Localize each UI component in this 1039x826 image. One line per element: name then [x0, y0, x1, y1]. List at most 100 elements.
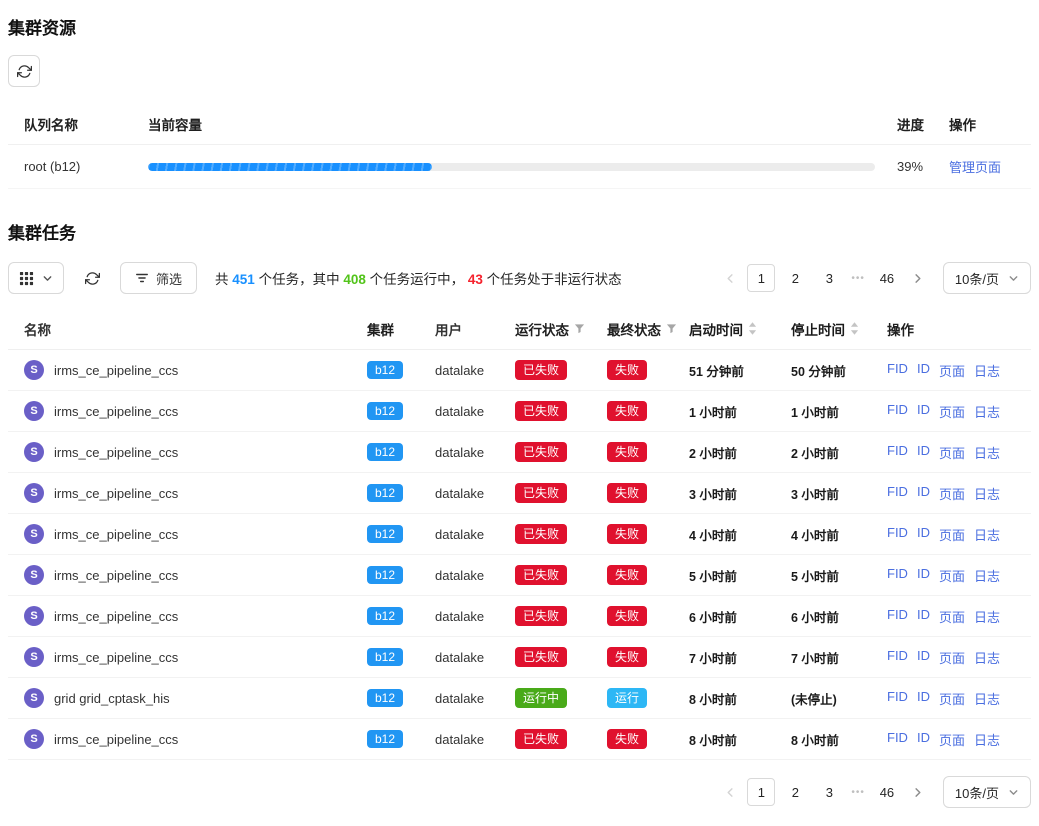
name-header-label: 名称	[24, 319, 51, 339]
avatar: S	[24, 360, 44, 380]
stop-time-header-label: 停止时间	[791, 319, 845, 339]
page-link[interactable]: 页面	[939, 443, 965, 462]
log-link[interactable]: 日志	[974, 525, 1000, 544]
page-size-select[interactable]: 10条/页	[943, 262, 1031, 294]
pages-ellipsis[interactable]: •••	[849, 273, 867, 284]
progress-header: 进度	[897, 114, 949, 134]
start-time: 2 小时前	[689, 443, 791, 462]
fid-link[interactable]: FID	[887, 361, 908, 380]
log-link[interactable]: 日志	[974, 443, 1000, 462]
id-link[interactable]: ID	[917, 689, 930, 708]
stop-time: 2 小时前	[791, 443, 887, 462]
filter-lines-icon	[135, 271, 149, 285]
fid-link[interactable]: FID	[887, 730, 908, 749]
id-link[interactable]: ID	[917, 402, 930, 421]
fid-link[interactable]: FID	[887, 607, 908, 626]
page-3-button[interactable]: 3	[815, 778, 843, 806]
page-link[interactable]: 页面	[939, 689, 965, 708]
id-link[interactable]: ID	[917, 361, 930, 380]
filter-funnel-icon[interactable]	[574, 323, 585, 334]
fid-link[interactable]: FID	[887, 566, 908, 585]
page-link[interactable]: 页面	[939, 402, 965, 421]
log-link[interactable]: 日志	[974, 566, 1000, 585]
user-header-label: 用户	[435, 319, 462, 339]
page-1-button[interactable]: 1	[747, 778, 775, 806]
fid-link[interactable]: FID	[887, 525, 908, 544]
filter-button[interactable]: 筛选	[120, 262, 197, 294]
prev-page-button[interactable]	[719, 264, 741, 292]
summary-prefix: 共	[215, 272, 232, 287]
refresh-tasks-button[interactable]	[76, 262, 108, 294]
capacity-progress-fill	[148, 163, 432, 171]
manage-page-link[interactable]: 管理页面	[949, 160, 1001, 175]
fid-link[interactable]: FID	[887, 689, 908, 708]
page-46-button[interactable]: 46	[873, 264, 901, 292]
id-link[interactable]: ID	[917, 525, 930, 544]
cluster-badge: b12	[367, 648, 403, 666]
stop-time: 4 小时前	[791, 525, 887, 544]
page-link[interactable]: 页面	[939, 730, 965, 749]
cluster-header: 集群	[367, 319, 435, 339]
refresh-resources-button[interactable]	[8, 55, 40, 87]
total-tasks-count: 451	[232, 272, 255, 287]
column-settings-button[interactable]	[8, 262, 64, 294]
start-time: 51 分钟前	[689, 361, 791, 380]
sort-icon[interactable]	[748, 322, 757, 335]
final-status-badge: 失败	[607, 442, 647, 462]
operations-header: 操作	[887, 319, 1015, 339]
prev-page-button[interactable]	[719, 778, 741, 806]
name-header: 名称	[24, 319, 367, 339]
final-status-header: 最终状态	[607, 319, 689, 339]
id-link[interactable]: ID	[917, 484, 930, 503]
id-link[interactable]: ID	[917, 648, 930, 667]
page-1-button[interactable]: 1	[747, 264, 775, 292]
page-link[interactable]: 页面	[939, 525, 965, 544]
capacity-progress-bar	[148, 163, 875, 171]
grid-icon	[19, 271, 34, 286]
log-link[interactable]: 日志	[974, 607, 1000, 626]
run-status-badge: 已失败	[515, 565, 567, 585]
page-link[interactable]: 页面	[939, 566, 965, 585]
start-time: 3 小时前	[689, 484, 791, 503]
page-3-button[interactable]: 3	[815, 264, 843, 292]
id-link[interactable]: ID	[917, 443, 930, 462]
final-status-badge: 失败	[607, 647, 647, 667]
resources-table-header: 队列名称 当前容量 进度 操作	[8, 103, 1031, 145]
page-46-button[interactable]: 46	[873, 778, 901, 806]
task-name: irms_ce_pipeline_ccs	[54, 486, 178, 501]
task-name: irms_ce_pipeline_ccs	[54, 568, 178, 583]
fid-link[interactable]: FID	[887, 484, 908, 503]
next-page-button[interactable]	[907, 778, 929, 806]
fid-link[interactable]: FID	[887, 648, 908, 667]
final-status-badge: 运行	[607, 688, 647, 708]
id-link[interactable]: ID	[917, 607, 930, 626]
page-2-button[interactable]: 2	[781, 264, 809, 292]
id-link[interactable]: ID	[917, 730, 930, 749]
log-link[interactable]: 日志	[974, 689, 1000, 708]
table-row: S irms_ce_pipeline_ccs b12 datalake 已失败 …	[8, 596, 1031, 637]
log-link[interactable]: 日志	[974, 402, 1000, 421]
page-link[interactable]: 页面	[939, 361, 965, 380]
avatar: S	[24, 442, 44, 462]
page-size-select[interactable]: 10条/页	[943, 776, 1031, 808]
next-page-button[interactable]	[907, 264, 929, 292]
filter-funnel-icon[interactable]	[666, 323, 677, 334]
task-name: grid grid_cptask_his	[54, 691, 170, 706]
log-link[interactable]: 日志	[974, 648, 1000, 667]
pages-ellipsis[interactable]: •••	[849, 787, 867, 798]
page-link[interactable]: 页面	[939, 484, 965, 503]
cluster-badge: b12	[367, 525, 403, 543]
page-link[interactable]: 页面	[939, 607, 965, 626]
fid-link[interactable]: FID	[887, 402, 908, 421]
sort-icon[interactable]	[850, 322, 859, 335]
page-2-button[interactable]: 2	[781, 778, 809, 806]
page-link[interactable]: 页面	[939, 648, 965, 667]
log-link[interactable]: 日志	[974, 730, 1000, 749]
log-link[interactable]: 日志	[974, 484, 1000, 503]
log-link[interactable]: 日志	[974, 361, 1000, 380]
user-name: datalake	[435, 568, 515, 583]
stop-time: 5 小时前	[791, 566, 887, 585]
tasks-table-header: 名称 集群 用户 运行状态 最终状态 启动时间	[8, 308, 1031, 350]
fid-link[interactable]: FID	[887, 443, 908, 462]
id-link[interactable]: ID	[917, 566, 930, 585]
